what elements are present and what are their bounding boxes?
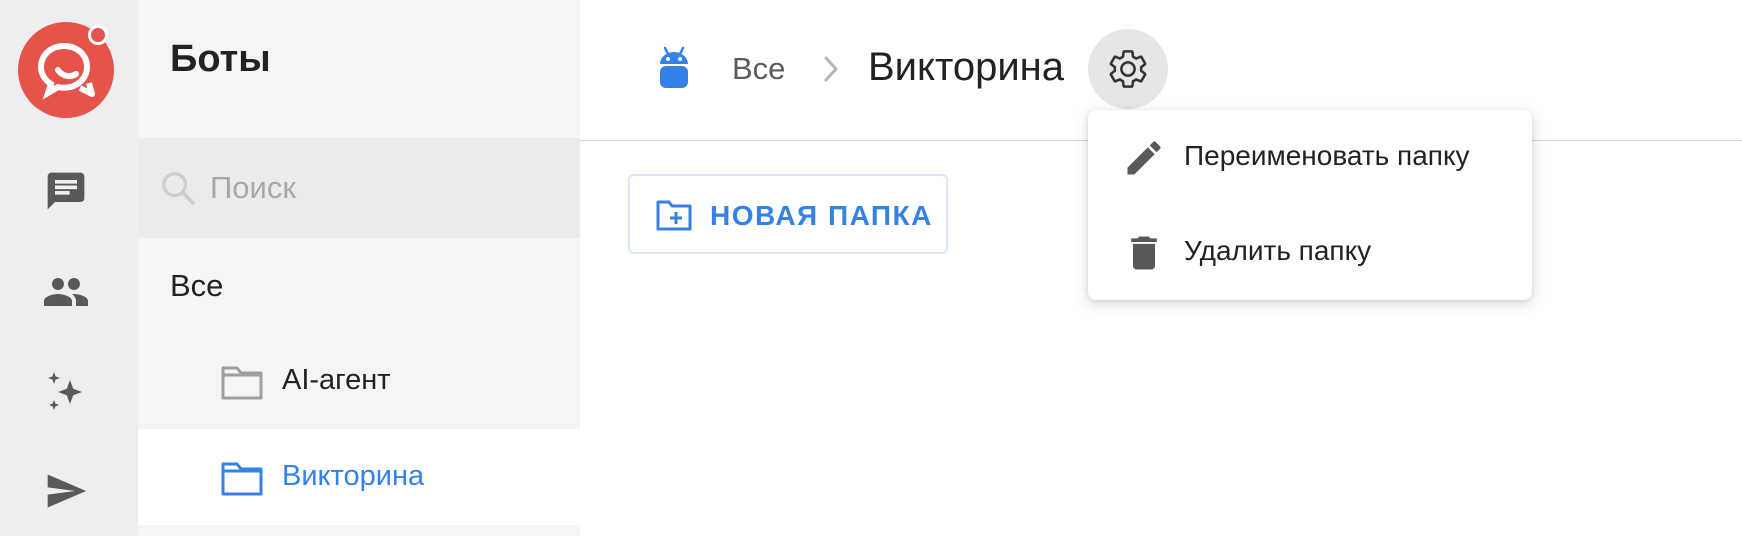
folder-settings-menu: Переименовать папку Удалить папку	[1088, 110, 1532, 300]
folder-label: AI-агент	[282, 364, 391, 396]
sidebar-title: Боты	[170, 38, 271, 80]
rename-folder-label: Переименовать папку	[1184, 140, 1470, 171]
chevron-right-icon	[824, 56, 838, 82]
bots-sidebar: Боты Все AI-агент Викторина	[138, 0, 580, 536]
rename-folder-menu-item[interactable]: Переименовать папку	[1088, 110, 1532, 205]
gear-icon	[1109, 50, 1147, 88]
notification-dot	[88, 25, 108, 45]
sidebar-folder-quiz[interactable]: Викторина	[138, 429, 580, 525]
trash-icon	[1131, 236, 1157, 270]
breadcrumb-root[interactable]: Все	[732, 51, 785, 87]
page-title: Викторина	[868, 45, 1065, 89]
android-bot-icon	[660, 46, 688, 88]
chat-icon	[47, 172, 85, 210]
new-folder-button[interactable]: НОВАЯ ПАПКА	[628, 174, 948, 254]
contacts-nav[interactable]	[40, 266, 92, 318]
new-folder-label: НОВАЯ ПАПКА	[710, 200, 933, 231]
ai-sparkle-icon	[48, 372, 82, 410]
sidebar-folder-ai-agent[interactable]: AI-агент	[138, 333, 580, 429]
delete-folder-label: Удалить папку	[1184, 235, 1372, 266]
folder-label: Викторина	[282, 460, 425, 492]
ai-nav[interactable]	[40, 366, 92, 418]
app-rail	[0, 0, 138, 536]
chats-nav[interactable]	[40, 165, 92, 217]
send-nav[interactable]	[40, 465, 92, 517]
folder-icon	[221, 462, 263, 496]
contacts-icon	[44, 278, 88, 306]
folder-icon	[221, 366, 263, 400]
send-icon	[47, 474, 87, 508]
search-bar	[138, 138, 580, 238]
search-input[interactable]	[210, 166, 550, 210]
pencil-icon	[1127, 141, 1161, 175]
folder-settings-button[interactable]	[1088, 29, 1168, 109]
sidebar-item-all[interactable]: Все	[170, 268, 223, 304]
delete-folder-menu-item[interactable]: Удалить папку	[1088, 205, 1532, 300]
search-icon	[162, 172, 195, 205]
folder-add-icon	[656, 200, 692, 231]
